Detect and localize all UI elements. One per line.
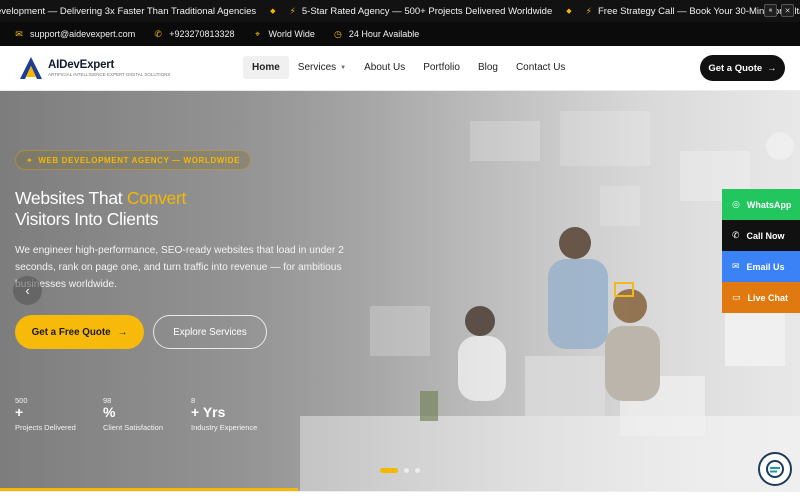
hero-title-part1: Websites That xyxy=(15,188,127,208)
stat-number: 8 xyxy=(191,396,196,405)
info-hours: ◷ 24 Hour Available xyxy=(333,29,419,40)
nav-item-contact[interactable]: Contact Us xyxy=(507,56,574,79)
ticker-item: ⚡ 5-Star Rated Agency — 500+ Projects Del… xyxy=(290,6,553,17)
email-label: Email Us xyxy=(746,261,785,272)
whatsapp-button[interactable]: ◎ WhatsApp xyxy=(722,189,800,220)
nav-item-portfolio[interactable]: Portfolio xyxy=(414,56,469,79)
nav-label: Home xyxy=(252,62,280,73)
slider-dot-2[interactable] xyxy=(404,468,409,473)
logo-mark-icon xyxy=(20,57,42,79)
live-chat-button[interactable]: ▭ Live Chat xyxy=(722,282,800,313)
chevron-down-icon: ▼ xyxy=(340,64,347,71)
chat-widget-button[interactable] xyxy=(758,452,792,486)
phone-icon: ✆ xyxy=(154,28,162,39)
nav-label: Portfolio xyxy=(423,62,460,73)
bolt-icon: ⚡ xyxy=(289,5,296,16)
get-free-quote-button[interactable]: Get a Free Quote → xyxy=(15,315,144,349)
page-bottom-strip xyxy=(0,491,800,500)
logo-name: AIDevExpert xyxy=(48,59,115,71)
ticker-track: evelopment — Delivering 3x Faster Than T… xyxy=(0,6,800,17)
nav-menu: Home Services ▼ About Us Portfolio Blog C… xyxy=(243,56,574,79)
arrow-right-icon: → xyxy=(117,326,128,338)
hero-title-accent: Convert xyxy=(126,188,187,208)
ticker-text: 5-Star Rated Agency — 500+ Projects Deli… xyxy=(301,5,553,17)
nav-item-about[interactable]: About Us xyxy=(355,56,414,79)
info-location: ⌖ World Wide xyxy=(253,29,315,40)
stat-number: 500 xyxy=(15,396,28,405)
cta-secondary-label: Explore Services xyxy=(173,326,247,338)
stat-label: Client Satisfaction xyxy=(103,423,164,432)
phone-icon: ✆ xyxy=(732,230,740,240)
ticker-separator: ◆ xyxy=(566,8,572,15)
stat-suffix: % xyxy=(103,404,116,420)
stat-projects: 500 + Projects Delivered xyxy=(15,396,103,432)
nav-item-services[interactable]: Services ▼ xyxy=(289,56,355,79)
hours-text: 24 Hour Available xyxy=(348,29,420,39)
location-pin-icon: ⌖ xyxy=(254,28,261,39)
explore-services-button[interactable]: Explore Services xyxy=(153,315,267,349)
logo-text: AIDevExpert ARTIFICIAL INTELLIGENCE EXPE… xyxy=(48,59,170,77)
ticker-item: evelopment — Delivering 3x Faster Than T… xyxy=(0,6,256,17)
ticker-separator: ◆ xyxy=(270,8,276,15)
stat-number: 98 xyxy=(103,396,112,405)
hero-badge: ✦ WEB DEVELOPMENT AGENCY — WORLDWIDE xyxy=(15,150,252,170)
whatsapp-icon: ◎ xyxy=(732,199,740,209)
chevron-left-icon: ‹ xyxy=(25,283,30,298)
slider-dots xyxy=(380,468,420,473)
whatsapp-label: WhatsApp xyxy=(746,199,792,210)
slider-dot-3[interactable] xyxy=(415,468,420,473)
nav-label: Services xyxy=(297,62,337,73)
mail-icon: ✉ xyxy=(732,261,740,271)
stat-suffix: + Yrs xyxy=(191,404,226,420)
clock-icon: ◷ xyxy=(333,28,342,39)
arrow-right-icon: → xyxy=(767,62,777,74)
location-text: World Wide xyxy=(268,29,315,39)
logo-tagline: ARTIFICIAL INTELLIGENCE EXPERT DIGITAL S… xyxy=(48,72,171,77)
nav-item-home[interactable]: Home xyxy=(243,56,289,79)
ticker-text: evelopment — Delivering 3x Faster Than T… xyxy=(0,5,257,17)
info-phone[interactable]: ✆ +923270813328 xyxy=(153,29,234,40)
stat-satisfaction: 98 % Client Satisfaction xyxy=(103,396,191,432)
badge-text: WEB DEVELOPMENT AGENCY — WORLDWIDE xyxy=(38,155,241,165)
nav-item-blog[interactable]: Blog xyxy=(469,56,507,79)
nav-label: About Us xyxy=(364,62,406,73)
chat-bubble-icon xyxy=(766,460,784,478)
email-us-button[interactable]: ✉ Email Us xyxy=(722,251,800,282)
bolt-icon: ⚡ xyxy=(585,5,592,16)
main-navigation: AIDevExpert ARTIFICIAL INTELLIGENCE EXPE… xyxy=(0,46,800,91)
ticker-controls: ⏸ ✕ xyxy=(764,4,794,17)
cta-primary-label: Get a Free Quote xyxy=(31,326,111,338)
call-now-button[interactable]: ✆ Call Now xyxy=(722,220,800,251)
slider-prev-button[interactable]: ‹ xyxy=(13,276,42,305)
pause-icon[interactable]: ⏸ xyxy=(764,4,777,17)
hero-title: Websites That Convert Visitors Into Clie… xyxy=(15,188,186,230)
email-text: support@aidevexpert.com xyxy=(30,29,136,39)
site-logo[interactable]: AIDevExpert ARTIFICIAL INTELLIGENCE EXPE… xyxy=(18,55,170,81)
hero-slider: ✦ WEB DEVELOPMENT AGENCY — WORLDWIDE Webs… xyxy=(0,91,800,491)
get-quote-button[interactable]: Get a Quote → xyxy=(700,55,785,81)
stat-label: Industry Experience xyxy=(191,423,258,432)
call-label: Call Now xyxy=(746,230,785,241)
floating-contact-panel: ◎ WhatsApp ✆ Call Now ✉ Email Us ▭ Live Chat xyxy=(722,189,800,313)
star-icon: ✦ xyxy=(26,155,34,165)
slider-dot-1[interactable] xyxy=(380,468,398,473)
hero-stats: 500 + Projects Delivered 98 % Client Sat… xyxy=(15,396,279,432)
nav-label: Contact Us xyxy=(515,62,566,73)
stat-suffix: + xyxy=(15,404,24,420)
nav-label: Blog xyxy=(477,62,498,73)
stat-experience: 8 + Yrs Industry Experience xyxy=(191,396,279,432)
info-email[interactable]: ✉ support@aidevexpert.com xyxy=(14,29,135,40)
hero-title-line2: Visitors Into Clients xyxy=(15,209,159,229)
stat-label: Projects Delivered xyxy=(15,423,76,432)
phone-text: +923270813328 xyxy=(169,29,235,39)
hero-subtitle: We engineer high-performance, SEO-ready … xyxy=(15,245,344,290)
chat-icon: ▭ xyxy=(732,292,741,302)
contact-info-bar: ✉ support@aidevexpert.com ✆ +923270813328 … xyxy=(0,22,800,46)
mail-icon: ✉ xyxy=(15,28,23,39)
chat-label: Live Chat xyxy=(747,292,789,303)
quote-label: Get a Quote xyxy=(708,62,763,74)
announcement-ticker: evelopment — Delivering 3x Faster Than T… xyxy=(0,0,800,22)
close-icon[interactable]: ✕ xyxy=(781,4,794,17)
